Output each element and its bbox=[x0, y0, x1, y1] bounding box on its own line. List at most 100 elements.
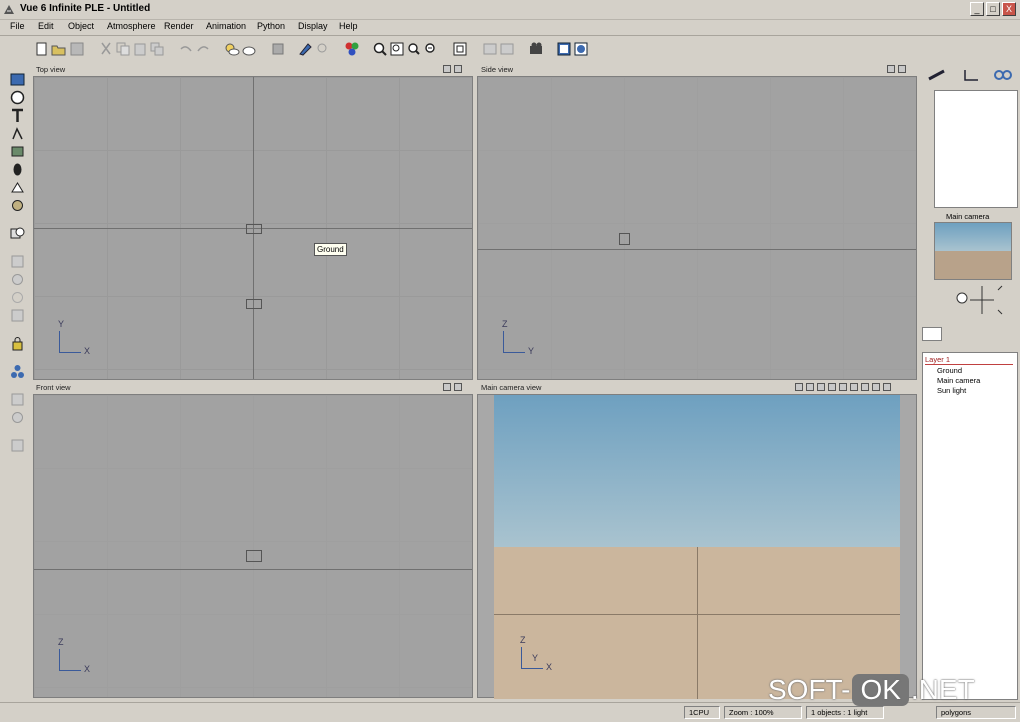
clouds-icon[interactable] bbox=[241, 41, 257, 57]
watermark-left: SOFT- bbox=[768, 674, 851, 705]
group-icon[interactable] bbox=[10, 254, 25, 269]
top-view-viewport[interactable]: Ground Y X bbox=[33, 76, 473, 380]
material-icon[interactable] bbox=[270, 41, 286, 57]
render-options-icon[interactable] bbox=[573, 41, 589, 57]
title-bar: Vue 6 Infinite PLE - Untitled _ □ X bbox=[0, 0, 1020, 20]
new-icon[interactable] bbox=[34, 41, 50, 57]
camera-navigation-icon[interactable] bbox=[940, 284, 1004, 318]
right-panel: Main camera Layer 1 Ground Main camera S… bbox=[918, 64, 1020, 704]
menu-python[interactable]: Python bbox=[257, 21, 285, 31]
copy-icon[interactable] bbox=[115, 41, 131, 57]
pan-icon[interactable] bbox=[850, 383, 858, 391]
camera-marker[interactable] bbox=[619, 233, 630, 245]
zoom-fit-icon[interactable] bbox=[389, 41, 405, 57]
undo-icon[interactable] bbox=[178, 41, 194, 57]
axis-gizmo: Y X bbox=[56, 319, 90, 356]
zoom-in-icon[interactable] bbox=[406, 41, 422, 57]
save-icon[interactable] bbox=[69, 41, 85, 57]
axis-z-label: Z bbox=[520, 635, 526, 645]
open-icon[interactable] bbox=[51, 41, 67, 57]
edit-object-icon[interactable] bbox=[298, 41, 314, 57]
menu-atmosphere[interactable]: Atmosphere bbox=[107, 21, 156, 31]
camera-icon[interactable] bbox=[528, 41, 544, 57]
rock-icon[interactable] bbox=[10, 144, 25, 159]
metablob-icon[interactable] bbox=[10, 272, 25, 287]
front-view-viewport[interactable]: Z X bbox=[33, 394, 473, 698]
side-view-viewport[interactable]: Z Y bbox=[477, 76, 917, 380]
render-settings-icon[interactable] bbox=[828, 383, 836, 391]
sphere-icon[interactable] bbox=[10, 90, 25, 105]
viewport-options-icon[interactable] bbox=[454, 383, 462, 391]
planet-icon[interactable] bbox=[10, 198, 25, 213]
maximize-button[interactable]: □ bbox=[986, 2, 1000, 16]
link-icon[interactable] bbox=[10, 290, 25, 305]
viewport-options-icon[interactable] bbox=[454, 65, 462, 73]
light-icon[interactable] bbox=[10, 162, 25, 177]
boolean-icon[interactable] bbox=[10, 226, 25, 241]
polygons-status: polygons bbox=[936, 706, 1016, 719]
minimize-button[interactable]: _ bbox=[970, 2, 984, 16]
world-tab[interactable] bbox=[922, 327, 942, 341]
atmosphere-icon[interactable] bbox=[224, 41, 240, 57]
camera-view-viewport[interactable]: Z Y X bbox=[477, 394, 917, 699]
menu-help[interactable]: Help bbox=[339, 21, 358, 31]
close-button[interactable]: X bbox=[1002, 2, 1016, 16]
ruler-icon[interactable] bbox=[962, 68, 980, 82]
menu-object[interactable]: Object bbox=[68, 21, 94, 31]
ground-marker[interactable] bbox=[246, 224, 262, 234]
objects-tab[interactable] bbox=[970, 327, 990, 341]
render-area-icon[interactable] bbox=[482, 41, 498, 57]
zoom-region-icon[interactable] bbox=[372, 41, 388, 57]
lock-view-icon[interactable] bbox=[839, 383, 847, 391]
menu-render[interactable]: Render bbox=[164, 21, 194, 31]
link-tab-icon[interactable] bbox=[992, 68, 1014, 82]
export-icon[interactable] bbox=[10, 410, 25, 425]
links-tab[interactable] bbox=[994, 327, 1014, 341]
plant-icon[interactable] bbox=[10, 126, 25, 141]
maximize-viewport-icon[interactable] bbox=[443, 383, 451, 391]
aspect-icon[interactable] bbox=[861, 383, 869, 391]
import-icon[interactable] bbox=[10, 438, 25, 453]
ecosystem-icon[interactable] bbox=[10, 364, 25, 379]
zoom-out-icon[interactable] bbox=[423, 41, 439, 57]
hyper-icon[interactable] bbox=[10, 308, 25, 323]
maximize-viewport-icon[interactable] bbox=[795, 383, 803, 391]
cut-icon[interactable] bbox=[98, 41, 114, 57]
brush-icon[interactable] bbox=[926, 68, 948, 82]
terrain-icon[interactable] bbox=[10, 72, 25, 87]
tree-item-main-camera[interactable]: Main camera bbox=[937, 376, 980, 385]
frame-icon[interactable] bbox=[452, 41, 468, 57]
viewport-options-icon[interactable] bbox=[806, 383, 814, 391]
camera-marker[interactable] bbox=[246, 299, 262, 309]
tree-item-sun-light[interactable]: Sun light bbox=[937, 386, 966, 395]
viewport-options-icon[interactable] bbox=[898, 65, 906, 73]
full-screen-icon[interactable] bbox=[872, 383, 880, 391]
menu-edit[interactable]: Edit bbox=[38, 21, 54, 31]
split-icon[interactable] bbox=[10, 392, 25, 407]
watermark-ok: OK bbox=[852, 674, 909, 706]
watermark-right: .NET bbox=[910, 674, 975, 705]
tree-item-ground[interactable]: Ground bbox=[937, 366, 962, 375]
menu-animation[interactable]: Animation bbox=[206, 21, 246, 31]
redo-icon[interactable] bbox=[195, 41, 211, 57]
save-view-icon[interactable] bbox=[883, 383, 891, 391]
display-icon[interactable] bbox=[556, 41, 572, 57]
render-icon[interactable] bbox=[499, 41, 515, 57]
paste-icon[interactable] bbox=[132, 41, 148, 57]
center-grid-line bbox=[697, 547, 698, 699]
camera-marker[interactable] bbox=[246, 550, 262, 562]
cloud-object-icon[interactable] bbox=[10, 180, 25, 195]
zoom-icon[interactable] bbox=[315, 41, 331, 57]
render-preview-icon[interactable] bbox=[817, 383, 825, 391]
maximize-viewport-icon[interactable] bbox=[443, 65, 451, 73]
objects-tabs bbox=[922, 326, 1016, 342]
materials-tab[interactable] bbox=[946, 327, 966, 341]
text-icon[interactable] bbox=[10, 108, 25, 123]
menu-file[interactable]: File bbox=[10, 21, 25, 31]
maximize-viewport-icon[interactable] bbox=[887, 65, 895, 73]
lock-icon[interactable] bbox=[10, 336, 25, 351]
menu-display[interactable]: Display bbox=[298, 21, 328, 31]
color-icon[interactable] bbox=[344, 41, 360, 57]
layer-1[interactable]: Layer 1 bbox=[925, 355, 1013, 365]
duplicate-icon[interactable] bbox=[149, 41, 165, 57]
